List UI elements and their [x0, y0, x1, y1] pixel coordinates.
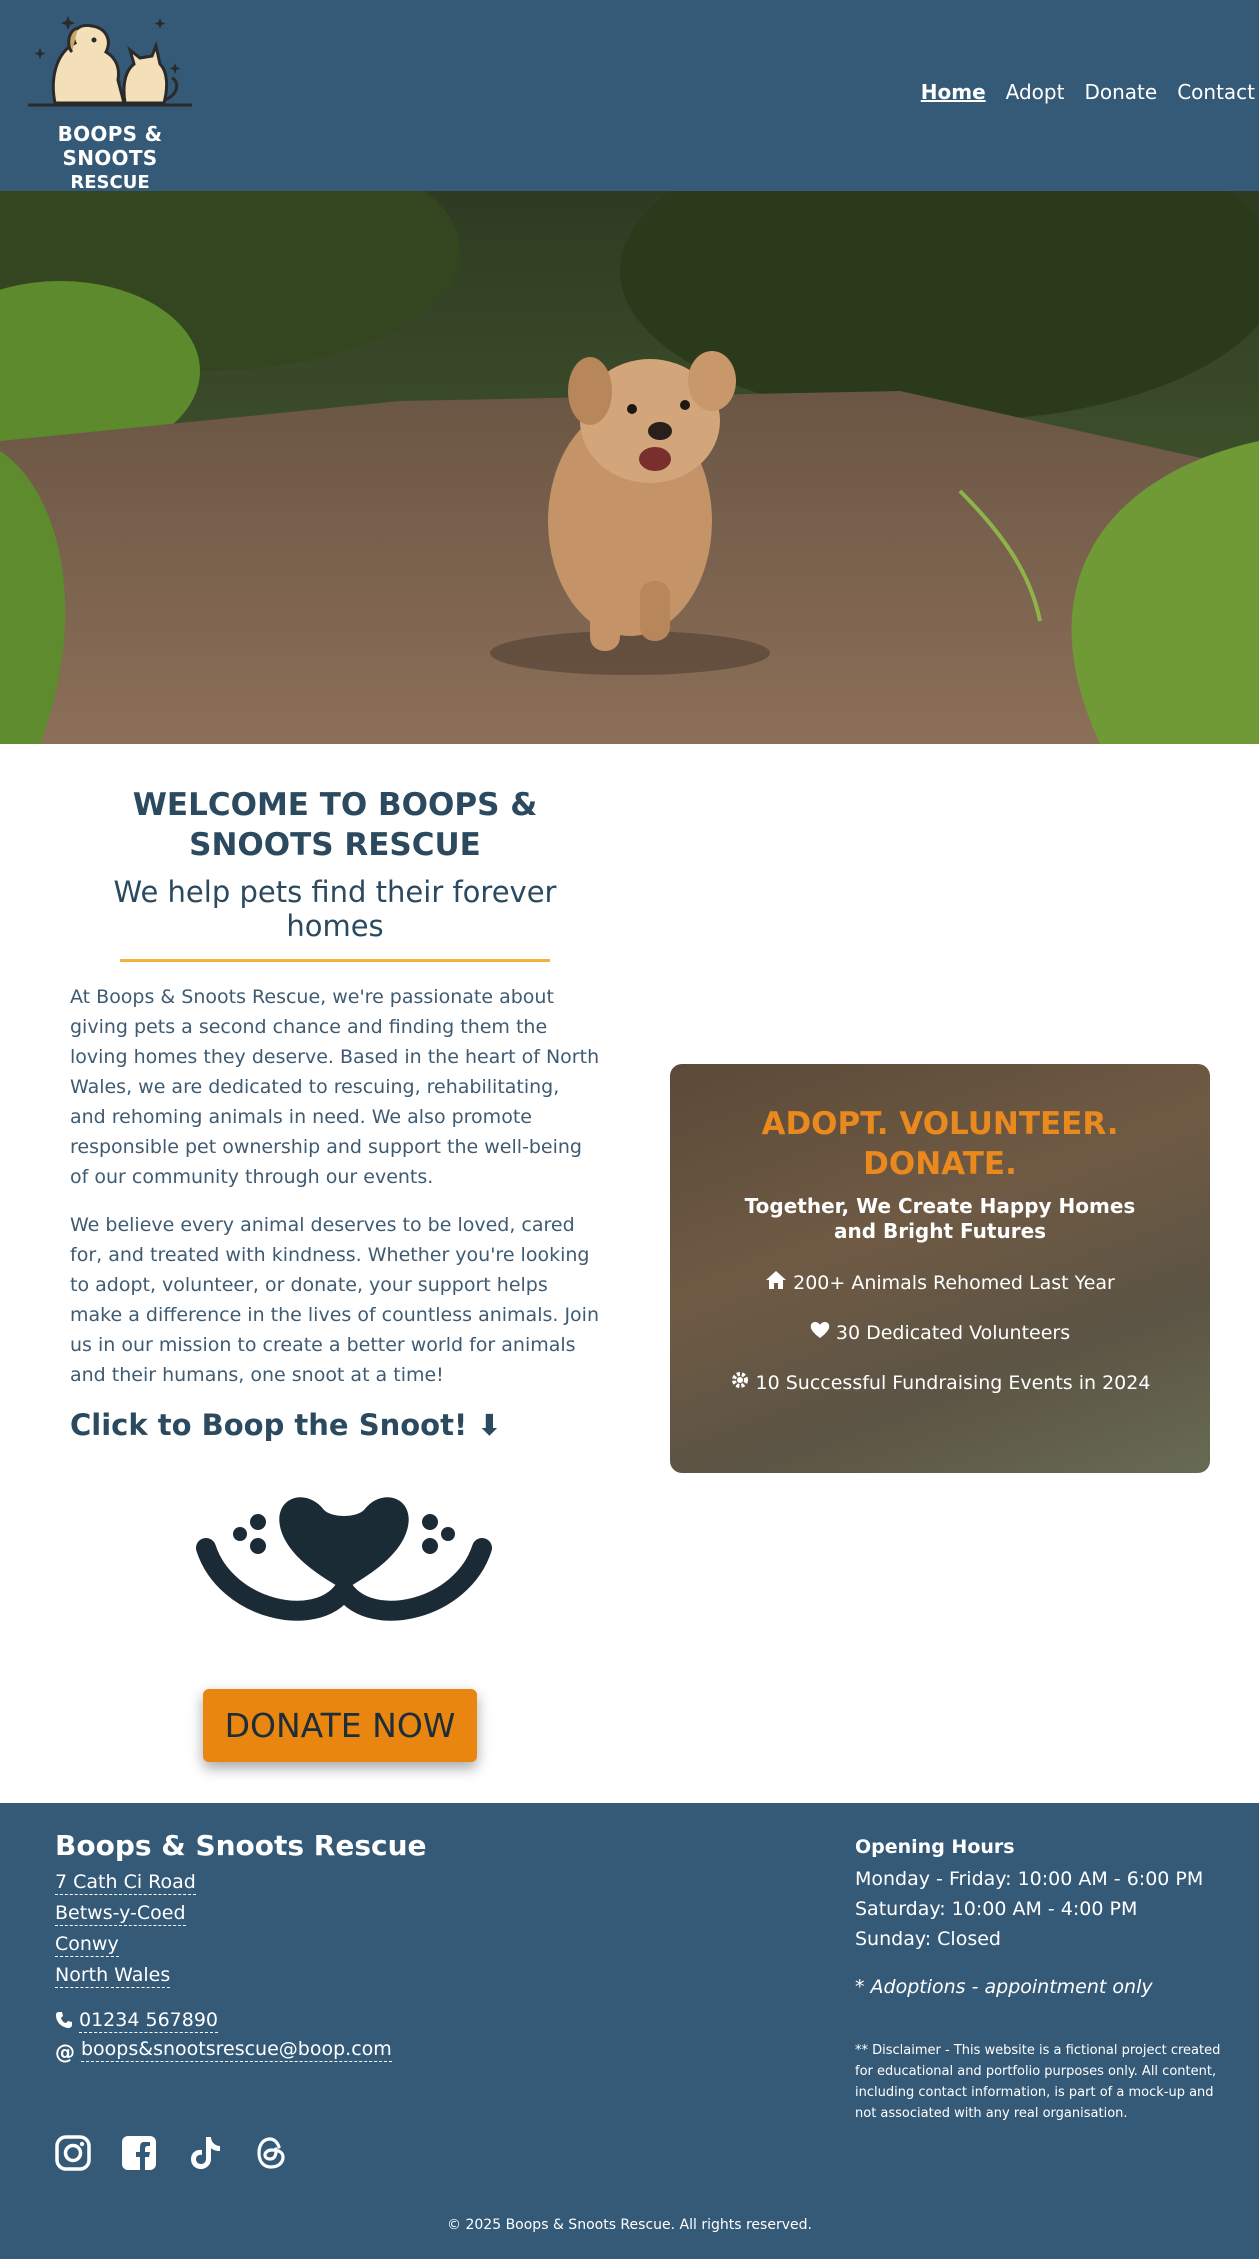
instagram-icon[interactable]	[55, 2135, 91, 2171]
nav-contact[interactable]: Contact	[1177, 80, 1255, 104]
email-link[interactable]: boops&snootsrescue@boop.com	[81, 2037, 392, 2062]
welcome-section: WELCOME TO BOOPS & SNOOTS RESCUE We help…	[70, 785, 600, 1442]
stats-card: ADOPT. VOLUNTEER. DONATE. Together, We C…	[670, 1064, 1210, 1473]
adoption-note: * Adoptions - appointment only	[855, 1976, 1153, 1998]
disclaimer-text: ** Disclaimer - This website is a fictio…	[855, 2043, 1221, 2121]
stat-events: 10 Successful Fundraising Events in 2024	[670, 1370, 1210, 1395]
hero-image	[0, 191, 1259, 744]
hours-line: Monday - Friday: 10:00 AM - 6:00 PM	[855, 1868, 1204, 1890]
snoot-boop-icon[interactable]	[196, 1490, 492, 1626]
footer-org-name: Boops & Snoots Rescue	[55, 1829, 427, 1862]
stat-events-text: 10 Successful Fundraising Events in 2024	[755, 1371, 1151, 1394]
footer-address: 7 Cath Ci Road Betws-y-Coed Conwy North …	[55, 1870, 505, 1988]
logo-text-line1: BOOPS & SNOOTS	[57, 122, 163, 170]
threads-icon[interactable]	[253, 2135, 289, 2171]
copyright-text: © 2025 Boops & Snoots Rescue. All rights…	[447, 2217, 812, 2233]
footer-hours: Opening Hours Monday - Friday: 10:00 AM …	[855, 1836, 1225, 2124]
nav-home[interactable]: Home	[921, 80, 986, 104]
nav-donate[interactable]: Donate	[1084, 80, 1157, 104]
stat-rehomed: 200+ Animals Rehomed Last Year	[670, 1270, 1210, 1295]
gold-divider	[120, 959, 550, 962]
stat-rehomed-text: 200+ Animals Rehomed Last Year	[793, 1271, 1115, 1294]
dog-running-photo-icon	[0, 191, 1259, 744]
stat-volunteers-text: 30 Dedicated Volunteers	[835, 1321, 1071, 1344]
site-header: BOOPS & SNOOTS RESCUE Home Adopt Donate …	[0, 0, 1259, 193]
hours-title: Opening Hours	[855, 1836, 1015, 1858]
address-line[interactable]: Conwy	[55, 1932, 119, 1957]
logo-text-line2: RESCUE	[70, 172, 150, 193]
nav-adopt[interactable]: Adopt	[1006, 80, 1065, 104]
site-footer: Boops & Snoots Rescue 7 Cath Ci Road Bet…	[0, 1803, 1259, 2259]
heart-icon	[810, 1321, 830, 1344]
site-logo[interactable]: BOOPS & SNOOTS RESCUE	[12, 8, 208, 193]
email-row: @ boops&snootsrescue@boop.com	[55, 2037, 505, 2066]
donate-now-button[interactable]: DONATE NOW	[203, 1689, 477, 1762]
social-links	[55, 2135, 289, 2171]
stat-volunteers: 30 Dedicated Volunteers	[670, 1321, 1210, 1344]
footer-contact: Boops & Snoots Rescue 7 Cath Ci Road Bet…	[55, 1829, 505, 2066]
home-icon	[765, 1270, 787, 1295]
hours-line: Saturday: 10:00 AM - 4:00 PM	[855, 1898, 1138, 1920]
tiktok-icon[interactable]	[187, 2135, 223, 2171]
address-line[interactable]: 7 Cath Ci Road	[55, 1870, 196, 1895]
card-title: ADOPT. VOLUNTEER. DONATE.	[761, 1106, 1119, 1182]
phone-row: 01234 567890	[55, 2008, 505, 2037]
dog-cat-logo-icon	[28, 16, 192, 107]
facebook-icon[interactable]	[121, 2135, 157, 2171]
phone-link[interactable]: 01234 567890	[79, 2008, 219, 2033]
phone-icon	[55, 2011, 73, 2034]
address-line[interactable]: North Wales	[55, 1963, 171, 1988]
welcome-subtitle: We help pets find their forever homes	[113, 875, 557, 943]
welcome-paragraph-2: We believe every animal deserves to be l…	[70, 1214, 600, 1386]
main-nav: Home Adopt Donate Contact	[921, 80, 1255, 104]
welcome-paragraph-1: At Boops & Snoots Rescue, we're passiona…	[70, 986, 600, 1188]
at-icon: @	[55, 2039, 75, 2064]
welcome-title: WELCOME TO BOOPS & SNOOTS RESCUE	[132, 787, 538, 863]
address-line[interactable]: Betws-y-Coed	[55, 1901, 186, 1926]
card-subtitle: Together, We Create Happy Homes and Brig…	[744, 1194, 1136, 1243]
hours-line: Sunday: Closed	[855, 1928, 1001, 1950]
boop-prompt: Click to Boop the Snoot! ⬇	[70, 1408, 502, 1442]
gear-icon	[730, 1370, 750, 1395]
